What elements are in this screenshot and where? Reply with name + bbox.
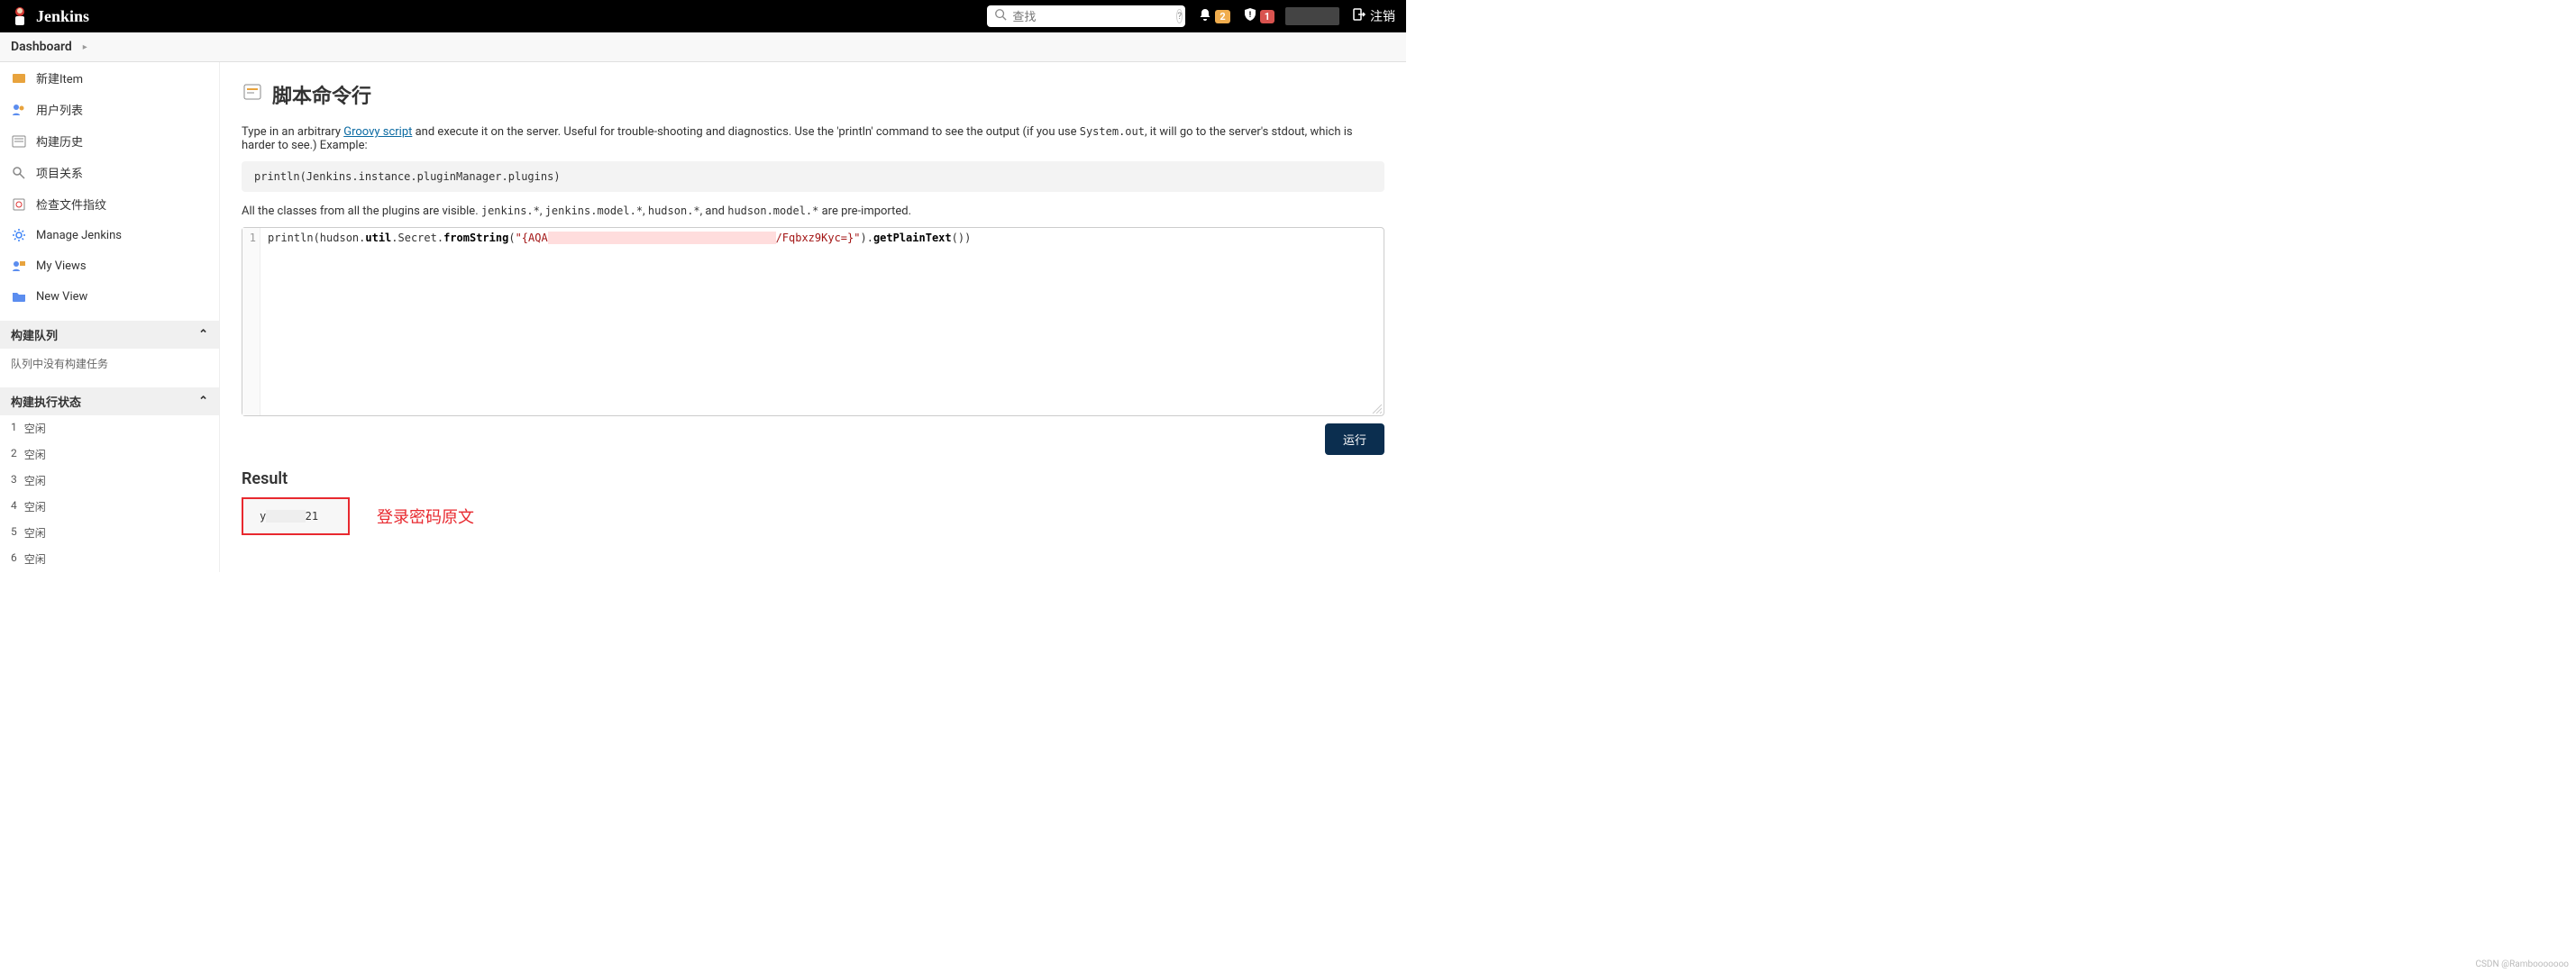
sidebar-item-people[interactable]: 用户列表 <box>0 94 219 125</box>
chevron-up-icon: ⌃ <box>198 328 208 341</box>
page-title: 脚本命令行 <box>242 80 1384 109</box>
jenkins-logo[interactable]: Jenkins <box>11 5 89 27</box>
sidebar-item-label: My Views <box>36 259 87 273</box>
sidebar-item-label: 用户列表 <box>36 101 83 118</box>
logout-label: 注销 <box>1370 7 1395 25</box>
editor-gutter: 1 <box>242 228 260 415</box>
sidebar-item-label: Manage Jenkins <box>36 229 122 242</box>
run-button[interactable]: 运行 <box>1325 423 1384 455</box>
executor-row: 1空闲 <box>0 415 219 441</box>
gear-icon <box>11 227 27 243</box>
sidebar-item-label: 项目关系 <box>36 164 83 181</box>
section-title: 构建执行状态 <box>11 393 81 410</box>
logout-button[interactable]: 注销 <box>1352 7 1395 25</box>
new-item-icon <box>11 70 27 86</box>
notif-badge: 2 <box>1215 10 1229 23</box>
executor-row: 6空闲 <box>0 546 219 572</box>
result-output: yxxxxxx21 <box>242 497 350 535</box>
breadcrumb-root[interactable]: Dashboard <box>11 40 72 54</box>
user-menu[interactable] <box>1285 7 1339 25</box>
shield-icon: ! <box>1243 7 1257 25</box>
search-icon <box>11 165 27 181</box>
executor-row: 2空闲 <box>0 441 219 468</box>
breadcrumb: Dashboard ▸ <box>0 32 1406 62</box>
example-code: println(Jenkins.instance.pluginManager.p… <box>242 161 1384 192</box>
sidebar-item-newview[interactable]: New View <box>0 281 219 312</box>
alerts-button[interactable]: ! 1 <box>1243 7 1274 25</box>
brand-text: Jenkins <box>36 7 89 26</box>
sidebar-item-relations[interactable]: 项目关系 <box>0 157 219 188</box>
sidebar-item-myviews[interactable]: My Views <box>0 250 219 281</box>
search-input[interactable] <box>1012 10 1171 23</box>
sidebar-item-fingerprint[interactable]: 检查文件指纹 <box>0 188 219 220</box>
my-views-icon <box>11 258 27 274</box>
result-heading: Result <box>242 469 1384 488</box>
chevron-right-icon: ▸ <box>83 42 87 52</box>
sidebar-item-new[interactable]: 新建Item <box>0 62 219 94</box>
executor-row: 5空闲 <box>0 520 219 546</box>
sidebar-item-label: New View <box>36 290 87 304</box>
executor-status-header[interactable]: 构建执行状态 ⌃ <box>0 387 219 415</box>
sidebar-item-label: 构建历史 <box>36 132 83 150</box>
bell-icon <box>1198 7 1212 25</box>
editor-content[interactable]: println(hudson.util.Secret.fromString("{… <box>260 228 1384 415</box>
sidebar: 新建Item 用户列表 构建历史 项目关系 检查文件指纹 Manage Jenk… <box>0 62 220 572</box>
jenkins-icon <box>11 5 29 27</box>
watermark: CSDN @Rambooooooo <box>2475 959 2569 969</box>
queue-empty-text: 队列中没有构建任务 <box>0 349 219 378</box>
build-queue-header[interactable]: 构建队列 ⌃ <box>0 321 219 349</box>
annotation-text: 登录密码原文 <box>377 505 474 528</box>
chevron-up-icon: ⌃ <box>198 395 208 408</box>
sidebar-item-history[interactable]: 构建历史 <box>0 125 219 157</box>
history-icon <box>11 133 27 150</box>
sidebar-item-label: 检查文件指纹 <box>36 196 106 213</box>
sidebar-item-label: 新建Item <box>36 69 83 86</box>
svg-text:!: ! <box>1248 11 1250 20</box>
resize-handle[interactable] <box>1371 403 1382 414</box>
description: Type in an arbitrary Groovy script and e… <box>242 125 1384 152</box>
search-help-icon[interactable]: ? <box>1176 9 1183 23</box>
fingerprint-icon <box>11 196 27 213</box>
main-content: 脚本命令行 Type in an arbitrary Groovy script… <box>220 62 1406 572</box>
alert-badge: 1 <box>1260 10 1274 23</box>
script-editor[interactable]: 1 println(hudson.util.Secret.fromString(… <box>242 227 1384 416</box>
new-view-icon <box>11 288 27 305</box>
section-title: 构建队列 <box>11 326 58 343</box>
top-bar: Jenkins ? 2 ! 1 注销 <box>0 0 1406 32</box>
logout-icon <box>1352 7 1366 25</box>
search-icon <box>994 8 1007 24</box>
sidebar-item-manage[interactable]: Manage Jenkins <box>0 220 219 250</box>
people-icon <box>11 102 27 118</box>
search-box[interactable]: ? <box>987 5 1185 27</box>
notifications-button[interactable]: 2 <box>1198 7 1229 25</box>
executor-row: 4空闲 <box>0 494 219 520</box>
imports-description: All the classes from all the plugins are… <box>242 205 1384 218</box>
script-icon <box>242 81 263 108</box>
groovy-link[interactable]: Groovy script <box>343 125 412 139</box>
executor-row: 3空闲 <box>0 468 219 494</box>
